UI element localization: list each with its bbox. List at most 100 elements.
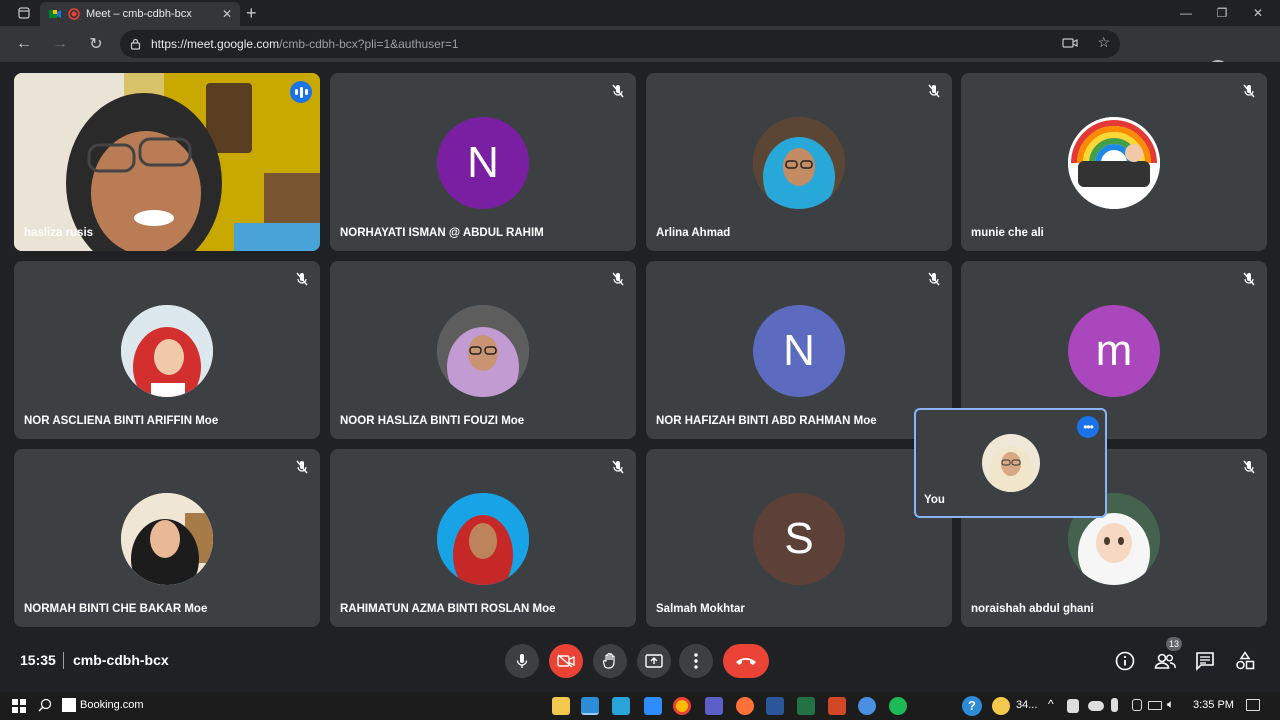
participant-tile[interactable]: NOR ASCLIENA BINTI ARIFFIN Moe	[14, 261, 320, 439]
participant-tile[interactable]: munie che ali	[961, 73, 1267, 251]
participant-tile[interactable]: RAHIMATUN AZMA BINTI ROSLAN Moe	[330, 449, 636, 627]
participant-name: NOR HAFIZAH BINTI ABD RAHMAN Moe	[656, 415, 877, 427]
avatar: S	[753, 493, 845, 585]
browser-tab-bar: Meet – cmb-cdbh-bcx ✕ + — ❐ ✕	[0, 0, 1280, 26]
participant-name: NOR ASCLIENA BINTI ARIFFIN Moe	[24, 415, 219, 427]
mic-off-icon	[612, 84, 624, 98]
edge-icon[interactable]	[581, 697, 599, 715]
chrome-icon[interactable]	[673, 697, 691, 715]
speaking-indicator-icon	[290, 81, 312, 103]
present-screen-button[interactable]	[637, 644, 671, 678]
meet-favicon-icon	[49, 10, 61, 18]
cloud-icon[interactable]	[1088, 701, 1104, 711]
browser-icon[interactable]	[858, 697, 876, 715]
participant-tile[interactable]: S Salmah Mokhtar	[646, 449, 952, 627]
minimize-button[interactable]: —	[1168, 2, 1204, 24]
participant-tile[interactable]: N NOR HAFIZAH BINTI ABD RAHMAN Moe	[646, 261, 952, 439]
raise-hand-button[interactable]	[593, 644, 627, 678]
search-icon[interactable]	[38, 698, 52, 717]
avatar: m	[1068, 305, 1160, 397]
participant-tile[interactable]: NORMAH BINTI CHE BAKAR Moe	[14, 449, 320, 627]
participant-name: munie che ali	[971, 227, 1044, 239]
activities-icon	[1236, 651, 1255, 670]
participant-name: noraishah abdul ghani	[971, 603, 1094, 615]
avatar	[437, 493, 529, 585]
powerpoint-icon[interactable]	[828, 697, 846, 715]
avatar: N	[437, 117, 529, 209]
meeting-control-bar: 15:35 cmb-cdbh-bcx 13	[0, 630, 1280, 692]
mic-off-icon	[928, 84, 940, 98]
avatar	[1068, 117, 1160, 209]
firefox-icon[interactable]	[736, 697, 754, 715]
people-button[interactable]	[1153, 649, 1177, 673]
participant-name: Salmah Mokhtar	[656, 603, 745, 615]
chat-icon	[1196, 652, 1214, 671]
taskbar-search-text[interactable]: Booking.com	[80, 699, 144, 711]
avatar	[121, 305, 213, 397]
excel-icon[interactable]	[797, 697, 815, 715]
word-icon[interactable]	[766, 697, 784, 715]
phone-hangup-icon	[736, 658, 756, 665]
meeting-details-button[interactable]	[1113, 649, 1137, 673]
chat-button[interactable]	[1193, 649, 1217, 673]
lock-icon	[130, 38, 141, 50]
present-icon	[645, 654, 663, 668]
address-bar[interactable]: https://meet.google.com/cmb-cdbh-bcx?pli…	[120, 30, 1120, 58]
more-vert-icon	[694, 653, 698, 669]
participant-name: NOOR HASLIZA BINTI FOUZI Moe	[340, 415, 525, 427]
volume-icon[interactable]: 🔈︎	[1167, 697, 1174, 712]
participant-count-badge: 13	[1166, 637, 1182, 651]
wifi-icon[interactable]	[1132, 699, 1142, 711]
mic-off-icon	[296, 460, 308, 474]
participant-tile[interactable]: Arlina Ahmad	[646, 73, 952, 251]
close-window-button[interactable]: ✕	[1240, 2, 1276, 24]
self-view-tile[interactable]: ••• You	[914, 408, 1107, 518]
file-explorer-icon[interactable]	[552, 697, 570, 715]
avatar	[437, 305, 529, 397]
more-options-button[interactable]: •••	[1077, 416, 1099, 438]
mic-off-icon	[928, 272, 940, 286]
zoom-icon[interactable]	[644, 697, 662, 715]
add-favorite-icon[interactable]: ☆	[1097, 34, 1110, 51]
mic-off-icon	[296, 272, 308, 286]
tray-chevron-icon[interactable]: ^	[1048, 697, 1054, 711]
tray-app-icon[interactable]	[1067, 699, 1079, 713]
weather-text[interactable]: 34...	[1016, 699, 1037, 711]
mic-tray-icon[interactable]	[1111, 698, 1118, 712]
participant-name: hasliza rusis	[24, 227, 94, 239]
divider	[63, 652, 64, 669]
tab-actions-icon[interactable]	[6, 0, 42, 26]
spotify-icon[interactable]	[889, 697, 907, 715]
system-clock[interactable]: 3:35 PM	[1193, 699, 1234, 711]
avatar	[121, 493, 213, 585]
windows-start-icon[interactable]	[12, 699, 26, 713]
participant-name: Arlina Ahmad	[656, 227, 731, 239]
weather-icon	[992, 697, 1010, 715]
close-tab-icon[interactable]: ✕	[222, 7, 232, 21]
participant-tile[interactable]: N NORHAYATI ISMAN @ ABDUL RAHIM	[330, 73, 636, 251]
maximize-button[interactable]: ❐	[1204, 2, 1240, 24]
camera-button[interactable]	[549, 644, 583, 678]
new-tab-button[interactable]: +	[246, 3, 257, 24]
browser-tab-meet[interactable]: Meet – cmb-cdbh-bcx ✕	[40, 2, 240, 26]
participant-tile[interactable]: NOOR HASLIZA BINTI FOUZI Moe	[330, 261, 636, 439]
microphone-button[interactable]	[505, 644, 539, 678]
notifications-icon[interactable]	[1246, 699, 1260, 711]
mic-off-icon	[1243, 272, 1255, 286]
back-button[interactable]: ←	[6, 28, 42, 60]
meeting-clock: 15:35	[20, 652, 56, 668]
activities-button[interactable]	[1233, 649, 1257, 673]
reload-button[interactable]: ↻	[78, 28, 114, 60]
leave-call-button[interactable]	[723, 644, 769, 678]
telegram-icon[interactable]	[612, 697, 630, 715]
more-options-button[interactable]	[679, 644, 713, 678]
participant-tile[interactable]: hasliza rusis	[14, 73, 320, 251]
teams-icon[interactable]	[705, 697, 723, 715]
battery-icon[interactable]	[1148, 701, 1162, 710]
forward-button[interactable]: →	[42, 28, 78, 60]
help-icon[interactable]: ?	[962, 696, 982, 716]
camera-blocked-icon[interactable]	[1062, 36, 1078, 55]
mic-off-icon	[1243, 460, 1255, 474]
tab-title: Meet – cmb-cdbh-bcx	[86, 8, 192, 20]
meeting-code: cmb-cdbh-bcx	[73, 652, 169, 668]
